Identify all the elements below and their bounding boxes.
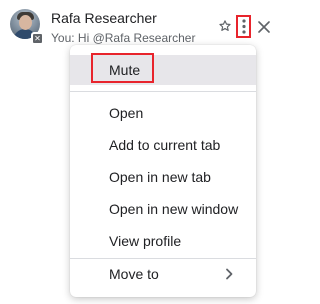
mute-highlight-box bbox=[91, 53, 154, 83]
context-menu: Mute Open Add to current tab Open in new… bbox=[70, 45, 256, 297]
menu-item-view-profile[interactable]: View profile bbox=[70, 226, 256, 256]
more-vert-icon bbox=[241, 19, 246, 34]
more-options-button[interactable] bbox=[236, 15, 251, 38]
menu-item-label: Open bbox=[109, 105, 144, 121]
star-button[interactable] bbox=[217, 17, 233, 35]
menu-item-open[interactable]: Open bbox=[70, 98, 256, 128]
close-button[interactable] bbox=[256, 18, 272, 36]
menu-divider bbox=[70, 91, 256, 92]
avatar[interactable]: ✕ bbox=[10, 9, 44, 45]
menu-item-label: Move to bbox=[109, 266, 159, 282]
menu-item-label: Add to current tab bbox=[109, 137, 221, 153]
menu-item-open-in-new-tab[interactable]: Open in new tab bbox=[70, 162, 256, 192]
menu-item-label: Open in new tab bbox=[109, 169, 211, 185]
star-outline-icon bbox=[219, 20, 231, 31]
menu-item-label: Open in new window bbox=[109, 201, 239, 217]
last-message-preview: You: Hi @Rafa Researcher bbox=[51, 31, 196, 45]
close-icon bbox=[258, 21, 270, 33]
menu-item-open-in-new-window[interactable]: Open in new window bbox=[70, 194, 256, 224]
presence-badge: ✕ bbox=[31, 32, 44, 45]
chevron-right-icon bbox=[226, 268, 233, 280]
contact-name: Rafa Researcher bbox=[51, 10, 157, 26]
menu-item-move-to[interactable]: Move to bbox=[70, 259, 256, 289]
menu-item-label: View profile bbox=[109, 233, 182, 249]
menu-item-add-to-current-tab[interactable]: Add to current tab bbox=[70, 130, 256, 160]
chat-header: ✕ Rafa Researcher You: Hi @Rafa Research… bbox=[0, 0, 289, 48]
